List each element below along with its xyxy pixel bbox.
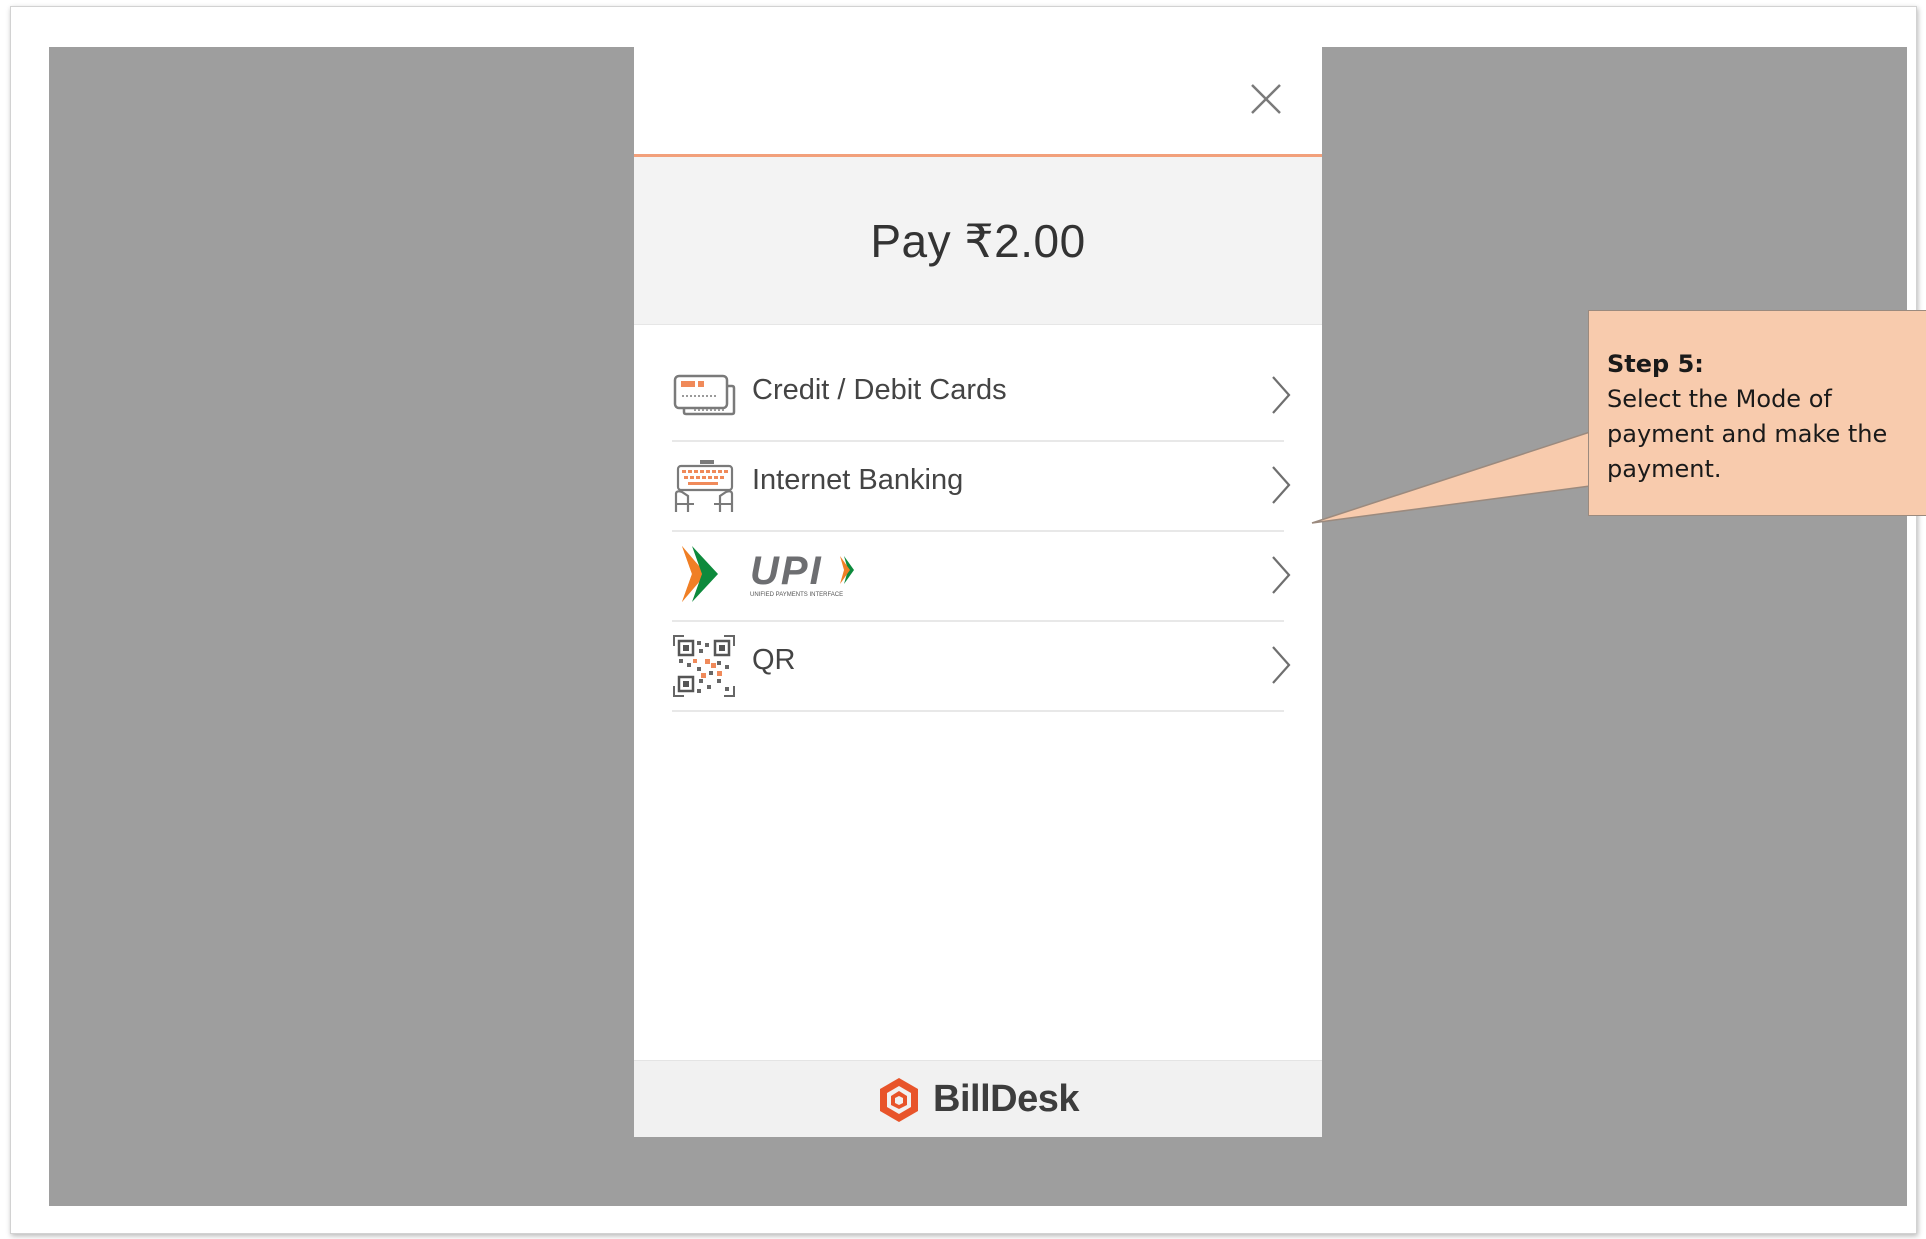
payment-methods-list: Credit / Debit Cards Internet Banking UP…: [672, 352, 1291, 712]
credit-card-icon: [672, 366, 736, 426]
upi-logo-text: UPI: [750, 549, 823, 593]
chevron-right-icon: [1270, 464, 1292, 506]
payment-method-upi[interactable]: UPI UNIFIED PAYMENTS INTERFACE: [672, 532, 1291, 622]
billdesk-logo-icon: [877, 1076, 921, 1124]
billdesk-brand: BillDesk: [877, 1076, 1079, 1124]
modal-header: [634, 47, 1322, 157]
payment-method-qr[interactable]: QR: [672, 622, 1291, 712]
upi-logo: UPI UNIFIED PAYMENTS INTERFACE: [748, 548, 868, 604]
payment-method-internet-banking[interactable]: Internet Banking: [672, 442, 1291, 532]
pay-amount-title: Pay ₹2.00: [870, 214, 1086, 267]
callout-title: Step 5:: [1607, 350, 1704, 378]
method-label: QR: [752, 644, 796, 676]
payment-method-cards[interactable]: Credit / Debit Cards: [672, 352, 1291, 442]
modal-footer: BillDesk: [634, 1060, 1322, 1137]
callout-text: Select the Mode of payment and make the …: [1607, 385, 1888, 483]
method-label: Credit / Debit Cards: [752, 374, 1007, 406]
billdesk-name: BillDesk: [933, 1078, 1079, 1120]
method-label: Internet Banking: [752, 464, 964, 496]
chevron-right-icon: [1270, 554, 1292, 596]
upi-arrow-icon: [672, 542, 722, 606]
chevron-right-icon: [1270, 374, 1292, 416]
qr-code-icon: [672, 634, 736, 697]
payment-modal: Pay ₹2.00 Credit / Debit Cards Internet …: [634, 47, 1322, 1137]
amount-bar: Pay ₹2.00: [634, 157, 1322, 325]
close-icon[interactable]: [1244, 77, 1288, 121]
chevron-right-icon: [1270, 644, 1292, 686]
step-callout: Step 5: Select the Mode of payment and m…: [1588, 310, 1926, 516]
upi-tagline: UNIFIED PAYMENTS INTERFACE: [750, 592, 843, 598]
internet-banking-icon: [672, 456, 736, 516]
